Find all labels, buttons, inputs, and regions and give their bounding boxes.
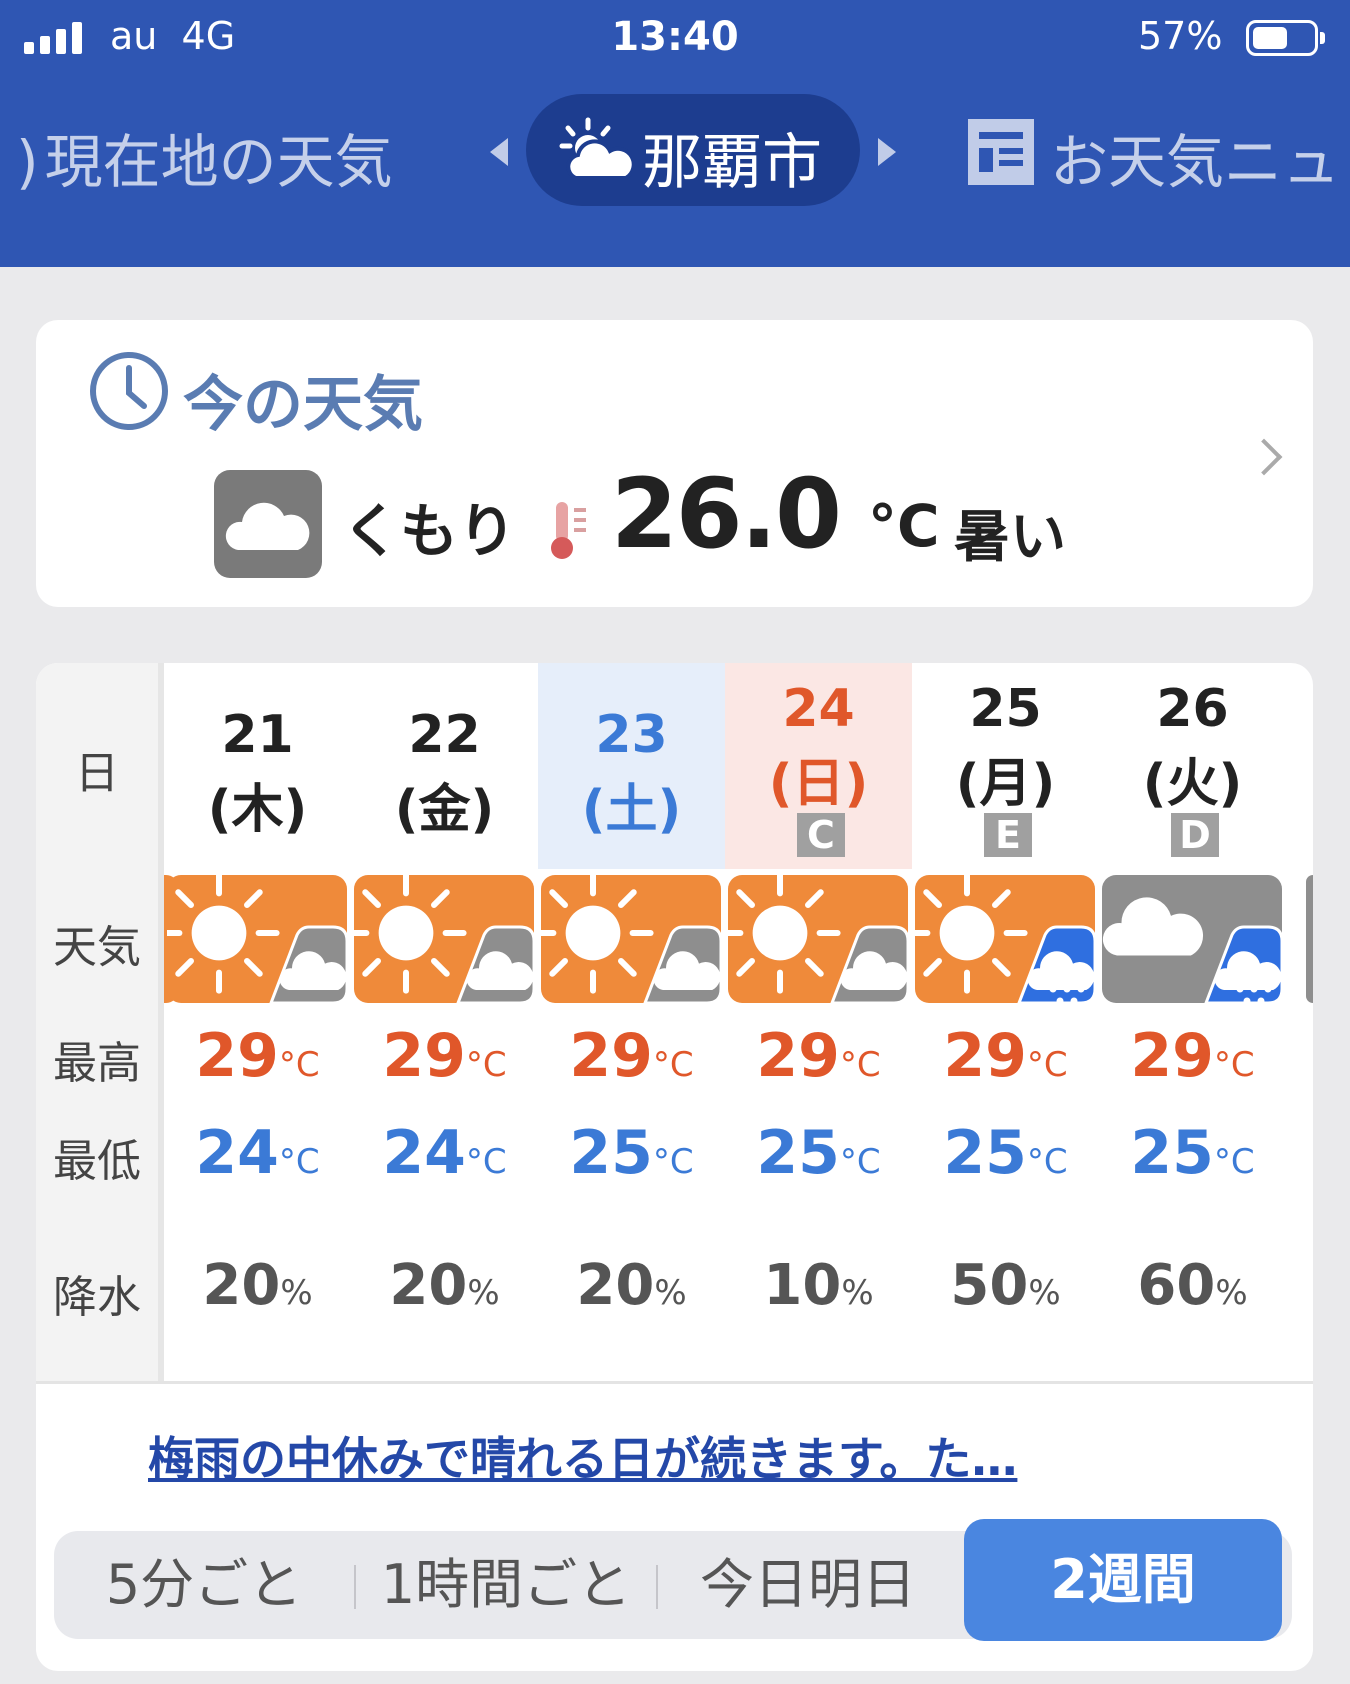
battery-icon bbox=[1246, 20, 1325, 56]
tab-1hour[interactable]: 1時間ごと bbox=[356, 1531, 656, 1639]
low-temp: 24°C bbox=[195, 1118, 320, 1188]
chevron-right-icon[interactable] bbox=[878, 138, 896, 166]
battery-percent: 57% bbox=[1138, 14, 1223, 58]
day-header: 23 (土) bbox=[538, 663, 725, 869]
sun-cloud-icon bbox=[719, 872, 910, 1007]
chevron-right-icon[interactable] bbox=[1245, 438, 1283, 476]
day-weekday: (土) bbox=[581, 780, 682, 840]
now-condition: くもり bbox=[342, 497, 517, 565]
day-header: 21 (木) bbox=[164, 663, 351, 869]
day-weekday: (木) bbox=[207, 780, 308, 840]
precip-chance: 20% bbox=[389, 1253, 500, 1318]
row-label-day: 日 bbox=[75, 748, 119, 799]
precip-chance: 60% bbox=[1137, 1253, 1248, 1318]
day-date: 24 bbox=[782, 679, 855, 739]
tab-weather-news[interactable]: お天気ニュ bbox=[1050, 115, 1340, 199]
sun-cloud-icon bbox=[559, 117, 632, 180]
high-temp: 29°C bbox=[943, 1021, 1068, 1091]
forecast-day-column[interactable]: 23 (土) 29°C 25°C 20% bbox=[532, 663, 725, 1381]
sun-rain-icon bbox=[906, 872, 1097, 1007]
row-label-weather: 天気 bbox=[53, 922, 141, 973]
sun-cloud-icon bbox=[532, 872, 723, 1007]
low-temp: 25°C bbox=[1130, 1118, 1255, 1188]
forecast-card: 日 天気 最高 最低 降水 21 (木) 29°C 24°C 20% 22 (金) 29°C 2… bbox=[36, 663, 1313, 1671]
day-weekday: (日) bbox=[768, 754, 869, 814]
tab-current-location-label: 現在地の天気 bbox=[44, 128, 393, 196]
forecast-day-column[interactable]: 25 (月) E 29°C 25°C 50% bbox=[906, 663, 1099, 1381]
day-weekday: (金) bbox=[394, 780, 495, 840]
precip-chance: 20% bbox=[576, 1253, 687, 1318]
status-bar: au 4G 13:40 57% bbox=[0, 0, 1350, 80]
sun-cloud-icon bbox=[158, 872, 349, 1007]
day-header: 24 (日) C bbox=[725, 663, 912, 869]
day-header: 25 (月) E bbox=[912, 663, 1099, 869]
now-temperature: 26.0 bbox=[611, 458, 842, 570]
sun-cloud-icon bbox=[345, 872, 536, 1007]
day-date: 25 bbox=[969, 679, 1042, 739]
precip-chance: 10% bbox=[763, 1253, 874, 1318]
tab-5min[interactable]: 5分ごと bbox=[54, 1531, 354, 1639]
news-icon bbox=[968, 119, 1034, 185]
low-temp: 25°C bbox=[569, 1118, 694, 1188]
low-temp: 25°C bbox=[943, 1118, 1068, 1188]
high-temp: 29°C bbox=[382, 1021, 507, 1091]
chevron-left-icon[interactable] bbox=[490, 138, 508, 166]
forecast-day-column[interactable]: 22 (金) 29°C 24°C 20% bbox=[345, 663, 538, 1381]
row-labels: 日 天気 最高 最低 降水 bbox=[36, 663, 158, 1381]
precip-chance: 50% bbox=[950, 1253, 1061, 1318]
low-temp: 25°C bbox=[756, 1118, 881, 1188]
high-temp: 29°C bbox=[195, 1021, 320, 1091]
tab-current-location[interactable]: ) 現在地の天気 bbox=[16, 115, 393, 199]
day-header: 26 (火) D bbox=[1099, 663, 1286, 869]
tab-2weeks[interactable]: 2週間 bbox=[964, 1519, 1282, 1641]
day-date: 26 bbox=[1156, 679, 1229, 739]
day-date: 22 bbox=[408, 705, 481, 765]
clock-icon bbox=[90, 352, 168, 430]
forecast-day-column[interactable]: 26 (火) D 29°C 25°C 60% bbox=[1099, 663, 1286, 1381]
high-temp: 29°C bbox=[569, 1021, 694, 1091]
forecast-day-column[interactable]: 24 (日) C 29°C 25°C 10% bbox=[719, 663, 912, 1381]
now-feel: 暑い bbox=[954, 505, 1066, 570]
low-temp: 24°C bbox=[382, 1118, 507, 1188]
high-temp: 29°C bbox=[1130, 1021, 1255, 1091]
high-temp: 29°C bbox=[756, 1021, 881, 1091]
forecast-day-column[interactable]: 21 (木) 29°C 24°C 20% bbox=[158, 663, 351, 1381]
tab-naha[interactable]: 那覇市 bbox=[526, 94, 860, 206]
tab-today-tomorrow[interactable]: 今日明日 bbox=[658, 1531, 958, 1639]
row-label-low: 最低 bbox=[53, 1136, 141, 1187]
precip-chance: 20% bbox=[202, 1253, 313, 1318]
cloud-icon bbox=[214, 470, 322, 578]
row-label-precip: 降水 bbox=[53, 1272, 141, 1323]
divider bbox=[36, 1381, 1313, 1384]
day-weekday: (月) bbox=[955, 754, 1056, 814]
day-date: 23 bbox=[595, 705, 668, 765]
day-header: 22 (金) bbox=[351, 663, 538, 869]
now-temperature-unit: °C bbox=[868, 492, 940, 560]
day-weekday: (火) bbox=[1142, 754, 1243, 814]
weather-news-link[interactable]: 梅雨の中休みで晴れる日が続きます。た… bbox=[148, 1423, 1017, 1489]
day-date: 21 bbox=[221, 705, 294, 765]
tab-naha-label: 那覇市 bbox=[642, 128, 822, 198]
reliability-badge: D bbox=[1171, 813, 1219, 857]
reliability-badge: E bbox=[984, 813, 1032, 857]
now-title: 今の天気 bbox=[183, 370, 423, 440]
reliability-badge: C bbox=[797, 813, 845, 857]
cloud-rain-icon bbox=[1102, 875, 1284, 1007]
row-label-high: 最高 bbox=[53, 1038, 141, 1089]
thermometer-icon bbox=[551, 502, 586, 559]
forecast-range-tabs: 5分ごと 1時間ごと 今日明日 2週間 bbox=[54, 1519, 1292, 1641]
top-bar: au 4G 13:40 57% ) 現在地の天気 那覇市 お天気ニュ bbox=[0, 0, 1350, 267]
next-day-icon-sliver bbox=[1306, 875, 1313, 1003]
current-weather-card[interactable]: 今の天気 くもり 26.0 °C 暑い bbox=[36, 320, 1313, 607]
